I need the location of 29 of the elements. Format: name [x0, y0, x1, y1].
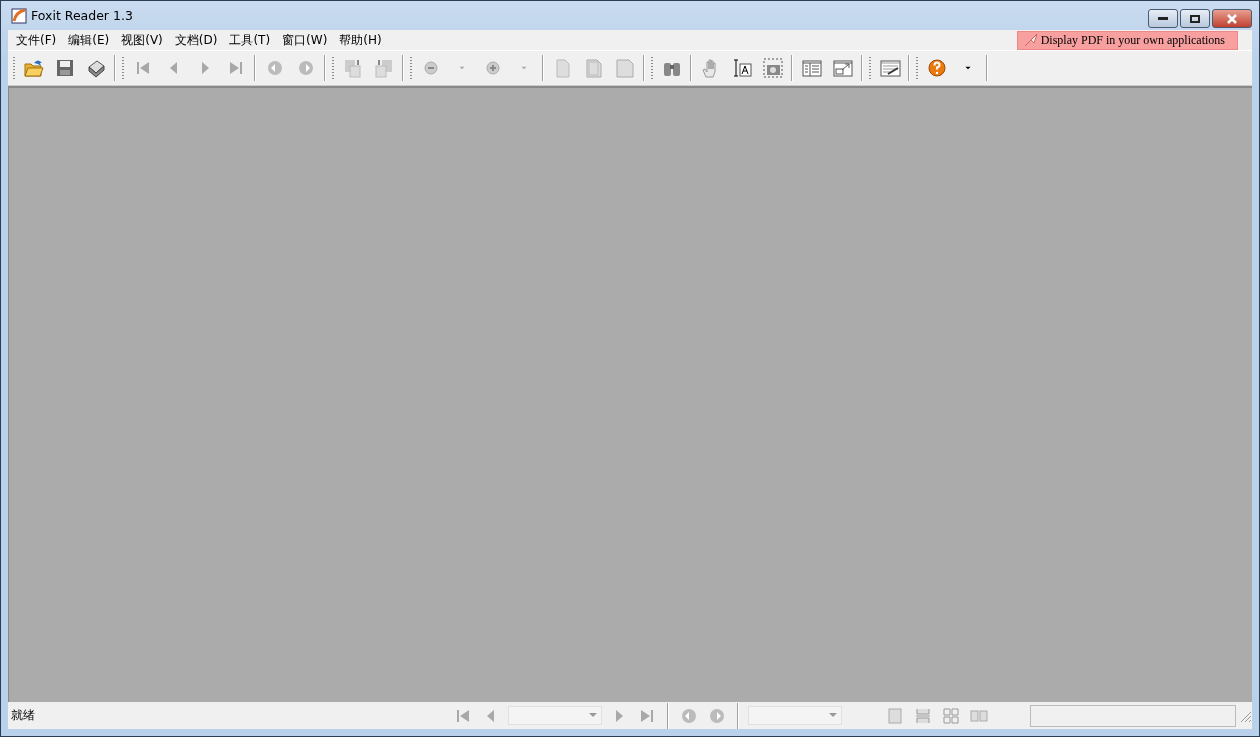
menu-item[interactable]: 视图(V)	[115, 31, 169, 49]
menu-item[interactable]: 文件(F)	[10, 31, 63, 49]
page-number-dropdown[interactable]	[508, 706, 602, 725]
menu-item[interactable]: 窗口(W)	[276, 31, 334, 49]
menu-item[interactable]: 工具(T)	[223, 31, 277, 49]
menu-item[interactable]: 帮助(H)	[333, 31, 388, 49]
help-icon[interactable]	[925, 57, 948, 79]
annotation-pen-icon[interactable]	[877, 57, 902, 79]
list-panel-icon[interactable]	[800, 57, 823, 79]
zoom-dropdown[interactable]	[748, 706, 842, 725]
window-title: Foxit Reader 1.3	[31, 8, 133, 23]
minimize-button[interactable]	[1148, 9, 1178, 28]
page-icon[interactable]	[613, 57, 636, 79]
ad-banner-text: Display PDF in your own applications	[1040, 32, 1225, 48]
maximize-button[interactable]	[1180, 9, 1210, 28]
close-icon	[1226, 13, 1238, 24]
menu-item[interactable]: 编辑(E)	[62, 31, 116, 49]
pointer-arrow-icon	[1023, 33, 1038, 47]
snapshot-camera-icon[interactable]	[761, 57, 784, 79]
menu-item[interactable]: 文档(D)	[168, 31, 224, 49]
ad-banner-link[interactable]: Display PDF in your own applications	[1016, 30, 1238, 50]
maximize-icon	[1190, 14, 1200, 23]
status-text: 就绪	[10, 707, 35, 724]
full-screen-icon[interactable]	[831, 57, 854, 79]
caret-icon	[829, 713, 837, 718]
caret-icon	[589, 713, 597, 718]
minimize-icon	[1158, 16, 1168, 21]
close-button[interactable]	[1212, 9, 1252, 28]
app-icon	[11, 7, 27, 24]
